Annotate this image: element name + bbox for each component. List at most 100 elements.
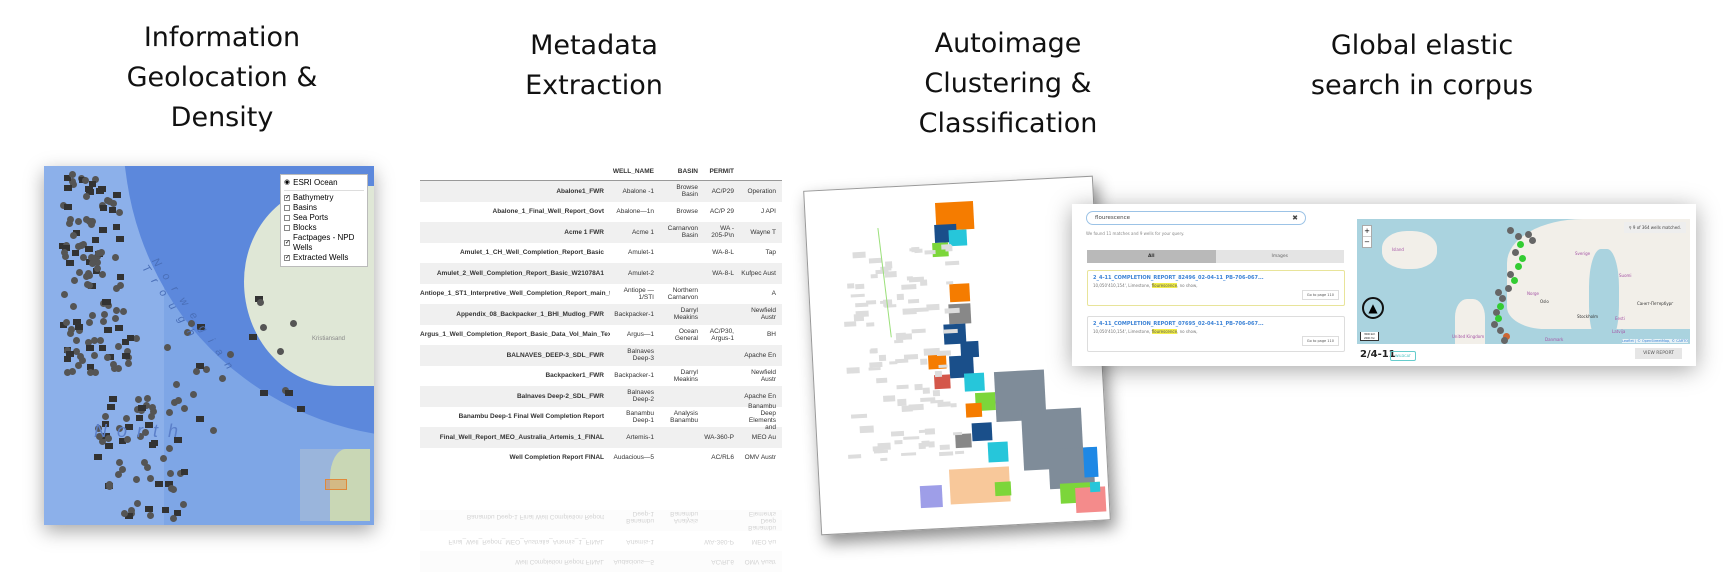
well-marker[interactable]: 00 — [63, 356, 72, 363]
well-marker[interactable] — [70, 231, 78, 239]
well-marker[interactable]: 00 — [107, 403, 115, 410]
well-dot[interactable] — [1512, 249, 1519, 256]
well-marker[interactable] — [114, 343, 122, 351]
view-report-button[interactable]: VIEW REPORT — [1635, 348, 1682, 359]
well-marker[interactable] — [166, 445, 174, 453]
well-marker[interactable] — [101, 412, 109, 420]
well-marker[interactable] — [166, 408, 174, 416]
well-marker[interactable]: 00 — [91, 237, 100, 244]
well-marker[interactable]: 00 — [105, 442, 113, 449]
checkbox-icon[interactable] — [284, 225, 290, 231]
basemap-option[interactable]: ◉ ESRI Ocean — [284, 178, 364, 188]
geolocation-map[interactable]: 00 00 00 00 00 00 00 00 00 00 00 00 00 00 00 00 00 00 00 00… — [44, 166, 374, 525]
well-marker[interactable]: 00 — [66, 259, 74, 266]
well-dot[interactable] — [1517, 241, 1524, 248]
well-dot[interactable] — [1507, 227, 1514, 234]
well-marker[interactable] — [104, 353, 111, 361]
well-marker[interactable] — [89, 259, 97, 267]
well-marker[interactable]: 00 — [112, 223, 121, 230]
well-marker[interactable]: 00 — [75, 324, 83, 331]
well-marker[interactable]: 00 — [99, 204, 108, 211]
well-marker[interactable] — [75, 242, 83, 250]
checkbox-icon[interactable] — [284, 215, 290, 221]
wells-map[interactable]: Island Sverige Suomi Norge Oslo Stockhol… — [1357, 219, 1690, 344]
search-input[interactable]: flourescence ✖ — [1086, 211, 1306, 225]
well-marker[interactable] — [97, 336, 105, 344]
layer-toggle[interactable]: Sea Ports — [284, 213, 364, 223]
well-marker[interactable] — [257, 298, 265, 306]
well-marker[interactable] — [180, 500, 188, 508]
well-marker[interactable] — [71, 276, 78, 284]
well-marker[interactable] — [105, 481, 113, 489]
search-result[interactable]: 2_4-11_COMPLETION_REPORT_82496_02-04-11_… — [1087, 270, 1345, 306]
well-marker[interactable] — [173, 380, 180, 388]
overview-minimap[interactable] — [300, 449, 370, 521]
well-marker[interactable]: 00 — [297, 405, 305, 412]
well-marker[interactable] — [60, 291, 68, 299]
well-marker[interactable] — [120, 307, 128, 315]
well-marker[interactable] — [120, 509, 128, 517]
checkbox-icon[interactable] — [284, 205, 290, 211]
well-marker[interactable] — [77, 352, 85, 360]
go-to-page-button[interactable]: Go to page 110 — [1301, 290, 1339, 300]
search-result[interactable]: 2_4-11_COMPLETION_REPORT_07695_02-04-11_… — [1087, 316, 1345, 352]
layer-control[interactable]: ◉ ESRI Ocean ✓ Bathymetry Basins Sea Ports Bl… — [280, 174, 368, 267]
well-marker[interactable] — [159, 455, 167, 463]
well-marker[interactable]: 00 — [66, 350, 74, 357]
well-marker[interactable]: 00 — [113, 191, 121, 198]
well-marker[interactable] — [62, 319, 70, 327]
well-marker[interactable] — [72, 337, 80, 345]
well-marker[interactable]: 00 — [285, 389, 293, 396]
checkbox-checked-icon[interactable]: ✓ — [284, 240, 290, 246]
well-marker[interactable]: 00 — [71, 249, 80, 256]
well-dot[interactable] — [1529, 237, 1536, 244]
well-marker[interactable] — [68, 171, 76, 179]
tab-images[interactable]: Images — [1215, 250, 1344, 263]
well-marker[interactable] — [61, 248, 69, 256]
well-marker[interactable]: 00 — [135, 414, 144, 421]
result-title[interactable]: 2_4-11_COMPLETION_REPORT_82496_02-04-11_… — [1093, 275, 1339, 281]
well-marker[interactable] — [67, 215, 75, 223]
well-marker[interactable]: 00 — [116, 235, 124, 242]
layer-toggle[interactable]: ✓ Bathymetry — [284, 193, 364, 203]
well-marker[interactable] — [192, 368, 200, 376]
well-marker[interactable] — [180, 404, 188, 412]
well-dot[interactable] — [1511, 277, 1518, 284]
well-marker[interactable]: 00 — [196, 415, 204, 422]
well-dot[interactable] — [1519, 255, 1526, 262]
well-marker[interactable] — [209, 427, 217, 435]
well-marker[interactable] — [101, 310, 109, 318]
well-marker[interactable]: 00 — [138, 405, 146, 412]
well-dot[interactable] — [1515, 233, 1522, 240]
well-marker[interactable]: 00 — [109, 396, 117, 403]
well-marker[interactable]: 00 — [116, 273, 125, 280]
layer-toggle[interactable]: Basins — [284, 203, 364, 213]
well-marker[interactable]: 00 — [99, 227, 107, 234]
well-marker[interactable]: 00 — [108, 206, 117, 213]
well-marker[interactable]: 00 — [63, 184, 72, 191]
well-marker[interactable]: 00 — [248, 333, 257, 340]
zoom-in-button[interactable]: + — [1363, 226, 1371, 236]
well-marker[interactable] — [98, 270, 106, 278]
tab-all[interactable]: All — [1087, 250, 1216, 263]
well-marker[interactable]: 00 — [85, 246, 93, 253]
well-marker[interactable]: 00 — [86, 345, 94, 352]
well-marker[interactable]: 00 — [104, 327, 112, 334]
well-dot[interactable] — [1497, 327, 1504, 334]
well-marker[interactable] — [170, 486, 178, 494]
well-marker[interactable] — [83, 215, 91, 223]
checkbox-checked-icon[interactable]: ✓ — [284, 255, 290, 261]
checkbox-checked-icon[interactable]: ✓ — [284, 195, 290, 201]
well-marker[interactable]: 00 — [64, 203, 72, 210]
well-marker[interactable] — [88, 311, 96, 319]
well-marker[interactable] — [146, 511, 154, 519]
well-marker[interactable] — [86, 281, 94, 289]
well-marker[interactable]: 00 — [161, 506, 170, 513]
well-marker[interactable] — [189, 391, 197, 399]
zoom-out-button[interactable]: − — [1363, 236, 1371, 247]
well-marker[interactable] — [66, 329, 74, 337]
well-marker[interactable]: 00 — [122, 353, 130, 360]
well-marker[interactable]: 00 — [96, 188, 104, 195]
layer-toggle[interactable]: ✓ Extracted Wells — [284, 253, 364, 263]
go-to-page-button[interactable]: Go to page 110 — [1301, 336, 1339, 346]
